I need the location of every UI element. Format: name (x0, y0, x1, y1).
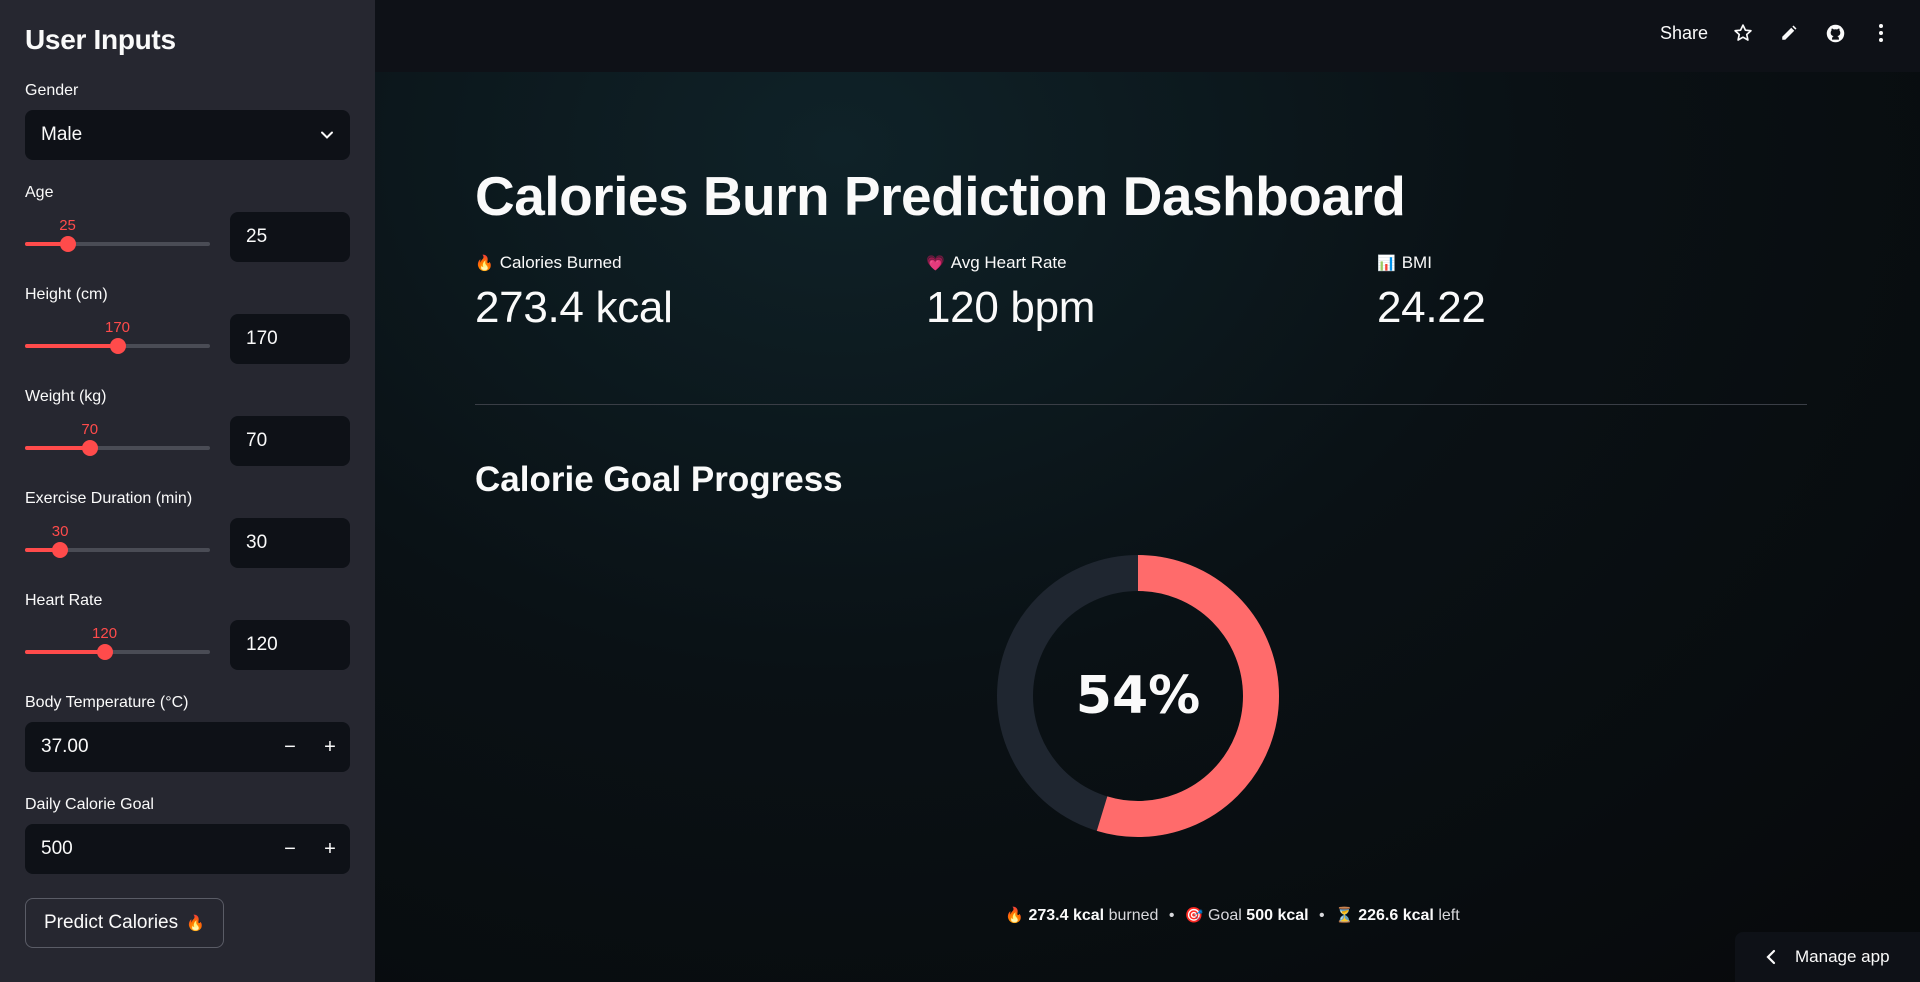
weight-label: Weight (kg) (25, 388, 107, 405)
slider-value: 70 (81, 421, 99, 438)
height-input[interactable]: 170 (230, 314, 350, 364)
duration-label: Exercise Duration (min) (25, 490, 193, 507)
edit-icon[interactable] (1778, 22, 1800, 44)
chevron-left-icon (1766, 949, 1776, 965)
left-text: left (1438, 907, 1460, 924)
metric-heart-rate: 💗 Avg Heart Rate 120 bpm (926, 253, 1095, 333)
progress-summary: 🔥 273.4 kcal burned • 🎯 Goal 500 kcal • … (375, 906, 1920, 925)
slider-value: 120 (92, 625, 118, 642)
metric-value: 24.22 (1377, 283, 1486, 332)
metric-label: BMI (1401, 253, 1432, 272)
metric-label: Avg Heart Rate (950, 253, 1067, 272)
gender-label: Gender (25, 82, 79, 99)
left-value: 226.6 kcal (1358, 907, 1434, 924)
slider-thumb[interactable] (96, 644, 113, 660)
predict-calories-button[interactable]: Predict Calories 🔥 (25, 898, 224, 948)
bar-chart-icon: 📊 (1377, 254, 1396, 272)
share-button[interactable]: Share (1660, 23, 1708, 44)
body-temp-stepper[interactable]: 37.00 − + (25, 722, 350, 772)
sidebar: User Inputs Gender Male Age 25 25 Height… (0, 0, 375, 982)
burned-value: 273.4 kcal (1028, 907, 1105, 924)
goal-value: 500 kcal (1246, 907, 1309, 924)
increment-button[interactable]: + (310, 722, 350, 772)
calorie-goal-stepper[interactable]: 500 − + (25, 824, 350, 874)
slider-thumb[interactable] (52, 542, 69, 558)
decrement-button[interactable]: − (270, 824, 310, 874)
main-content: Share Calories Burn Prediction Dashboard… (375, 0, 1920, 982)
slider-thumb[interactable] (81, 440, 98, 456)
body-temp-label: Body Temperature (°C) (25, 694, 189, 711)
slider-thumb[interactable] (109, 338, 126, 354)
sidebar-title: User Inputs (25, 24, 176, 55)
page-title: Calories Burn Prediction Dashboard (475, 165, 1406, 227)
metric-calories: 🔥 Calories Burned 273.4 kcal (475, 253, 673, 333)
gender-value: Male (41, 124, 83, 145)
decrement-button[interactable]: − (270, 722, 310, 772)
hourglass-icon: ⏳ (1335, 906, 1354, 924)
slider-value: 170 (104, 319, 131, 336)
manage-app-button[interactable]: Manage app (1735, 932, 1920, 982)
predict-label: Predict Calories (44, 912, 179, 933)
metric-label: Calories Burned (499, 253, 622, 272)
slider-thumb[interactable] (59, 236, 76, 252)
age-slider[interactable]: 25 (25, 217, 210, 257)
age-label: Age (25, 184, 54, 201)
more-vertical-icon[interactable] (1870, 22, 1892, 44)
chevron-down-icon (321, 131, 333, 139)
calorie-goal-label: Daily Calorie Goal (25, 796, 154, 813)
heart-rate-label: Heart Rate (25, 592, 103, 609)
duration-slider[interactable]: 30 (25, 523, 210, 563)
metric-value: 273.4 kcal (475, 283, 673, 332)
age-input[interactable]: 25 (230, 212, 350, 262)
fire-icon: 🔥 (1005, 906, 1025, 924)
goal-text: Goal (1208, 907, 1242, 924)
slider-value: 25 (59, 217, 76, 234)
gender-select[interactable]: Male (25, 110, 350, 160)
manage-app-label: Manage app (1795, 947, 1890, 966)
divider (475, 404, 1807, 405)
increment-button[interactable]: + (310, 824, 350, 874)
calorie-goal-value[interactable]: 500 (41, 838, 73, 860)
progress-percent: 54% (1075, 666, 1201, 726)
heart-rate-input[interactable]: 120 (230, 620, 350, 670)
top-toolbar: Share (375, 0, 1920, 72)
burned-text: burned (1108, 907, 1159, 924)
heart-rate-slider[interactable]: 120 (25, 625, 210, 665)
height-label: Height (cm) (25, 286, 108, 303)
separator: • (1319, 907, 1325, 924)
metric-bmi: 📊 BMI 24.22 (1377, 253, 1486, 333)
height-slider[interactable]: 170 (25, 319, 210, 359)
heart-icon: 💗 (926, 254, 945, 272)
weight-slider[interactable]: 70 (25, 421, 210, 461)
target-icon: 🎯 (1184, 906, 1204, 924)
fire-icon: 🔥 (475, 254, 494, 272)
duration-input[interactable]: 30 (230, 518, 350, 568)
weight-input[interactable]: 70 (230, 416, 350, 466)
star-icon[interactable] (1732, 22, 1754, 44)
goal-progress-donut: 54% (996, 554, 1280, 838)
body-temp-value[interactable]: 37.00 (41, 736, 89, 758)
separator: • (1168, 907, 1175, 924)
fire-icon: 🔥 (186, 914, 205, 932)
metric-value: 120 bpm (926, 283, 1096, 332)
slider-value: 30 (51, 523, 69, 540)
section-title: Calorie Goal Progress (475, 460, 843, 499)
github-icon[interactable] (1824, 22, 1846, 44)
